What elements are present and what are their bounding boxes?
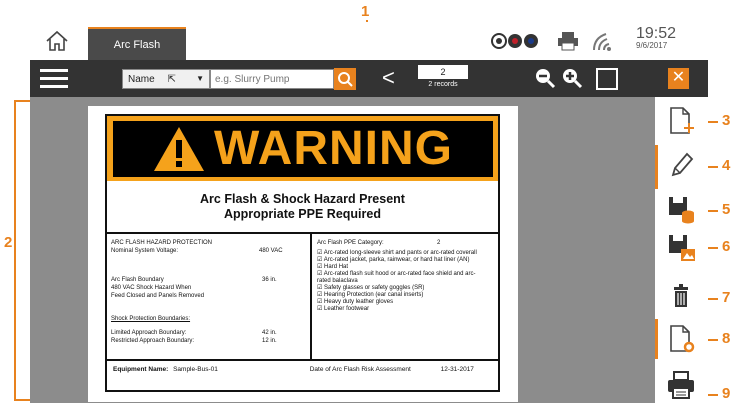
left-heading: ARC FLASH HAZARD PROTECTION [111,240,213,246]
zoom-out-icon [536,69,556,89]
document-settings-button[interactable] [665,323,697,355]
trash-icon [674,284,688,307]
assessment-date-value: 12-31-2017 [440,366,474,373]
sidebar-accent [655,145,658,189]
search-field-value: Name [128,74,155,85]
edit-button[interactable] [665,149,697,181]
status-icons [490,30,614,52]
warning-label: WARNING Arc Flash & Shock Hazard Present… [105,114,500,392]
boundary-label: Arc Flash Boundary [111,277,164,283]
new-document-button[interactable] [665,105,697,137]
callout-2-bracket [14,100,16,400]
search-input[interactable] [210,69,334,89]
ppe-item: ☑ Leather footwear [317,306,370,312]
chevron-left-icon: < [382,65,395,90]
zoom-in-button[interactable] [560,66,584,90]
zoom-in-icon [563,69,583,89]
dropdown-arrow-icon: ▼ [196,74,204,83]
label-footer: Equipment Name: Sample-Bus-01 Date of Ar… [113,366,474,373]
warning-triangle-icon [154,126,204,171]
sidebar-accent [655,319,658,359]
tab-arc-flash[interactable]: Arc Flash [88,27,186,60]
hazard-info-table: ARC FLASH HAZARD PROTECTION Nominal Syst… [107,232,498,361]
status-bar: Arc Flash 19:52 9/6/2017 [30,22,708,60]
warning-banner: WARNING [107,116,498,181]
previous-record-button[interactable]: < [382,66,395,90]
label-preview: WARNING Arc Flash & Shock Hazard Present… [88,106,518,402]
warning-banner-text: WARNING [214,122,453,175]
ppe-category-label: Arc Flash PPE Category: [317,240,384,246]
close-icon[interactable]: ✕ [668,68,689,89]
restricted-approach-value: 12 in. [262,338,277,344]
search-icon [338,72,353,87]
new-document-icon [670,107,694,134]
equipment-name-label: Equipment Name: [113,366,169,373]
record-count: 2 records [428,81,458,88]
callout-3: 3 [722,112,731,129]
callout-9: 9 [722,385,731,402]
save-to-database-icon [669,197,694,224]
nominal-voltage-label: Nominal System Voltage: [111,248,179,254]
spb-heading: Shock Protection Boundaries: [111,316,191,322]
save-to-database-button[interactable] [665,193,697,225]
assessment-date-label: Date of Arc Flash Risk Assessment [309,366,411,373]
limited-approach-label: Limited Approach Boundary: [111,330,187,336]
clock: 19:52 9/6/2017 [636,25,677,51]
fit-to-page-icon[interactable] [596,68,618,90]
callout-8: 8 [722,330,731,347]
search-field-select[interactable]: Name ⇱ ▼ [122,69,210,89]
pencil-icon [671,152,694,177]
network-status-icon [491,33,538,49]
callout-1: 1 [361,3,370,20]
restricted-approach-label: Restricted Approach Boundary: [111,338,195,344]
toolbar: Name ⇱ ▼ < 2 2 records ✕ [30,60,708,97]
clock-time: 19:52 [636,25,677,42]
callout-2: 2 [4,234,13,251]
hazard-title-line1: Arc Flash & Shock Hazard Present [200,192,405,206]
record-number-field[interactable]: 2 [418,65,468,79]
equipment-name-value: Sample-Bus-01 [173,366,218,373]
nominal-voltage-value: 480 VAC [259,248,283,254]
preview-area: WARNING Arc Flash & Shock Hazard Present… [30,97,655,403]
printer-status-icon [558,32,578,51]
delete-button[interactable] [665,281,697,313]
shock-line1: 480 VAC Shock Hazard When [111,285,192,291]
save-as-image-icon [669,235,695,261]
menu-icon[interactable] [40,69,68,89]
printer-icon [668,371,694,399]
shock-line2: Feed Closed and Panels Removed [111,293,205,299]
callout-6: 6 [722,238,731,255]
cursor-icon: ⇱ [167,74,176,85]
home-icon[interactable] [44,28,70,54]
hazard-title-line2: Appropriate PPE Required [224,207,381,221]
wireless-signal-icon [593,33,611,51]
document-settings-icon [670,325,695,353]
clock-date: 9/6/2017 [636,41,668,50]
action-sidebar [655,97,708,403]
ppe-category-value: 2 [437,240,441,246]
callout-7: 7 [722,289,731,306]
search-button[interactable] [334,68,356,90]
hazard-title: Arc Flash & Shock Hazard Present Appropr… [107,192,498,222]
callout-4: 4 [722,157,731,174]
limited-approach-value: 42 in. [262,330,277,336]
boundary-value: 36 in. [262,277,277,283]
zoom-out-button[interactable] [533,66,557,90]
save-as-image-button[interactable] [665,231,697,263]
print-button[interactable] [665,369,697,401]
callout-5: 5 [722,201,731,218]
